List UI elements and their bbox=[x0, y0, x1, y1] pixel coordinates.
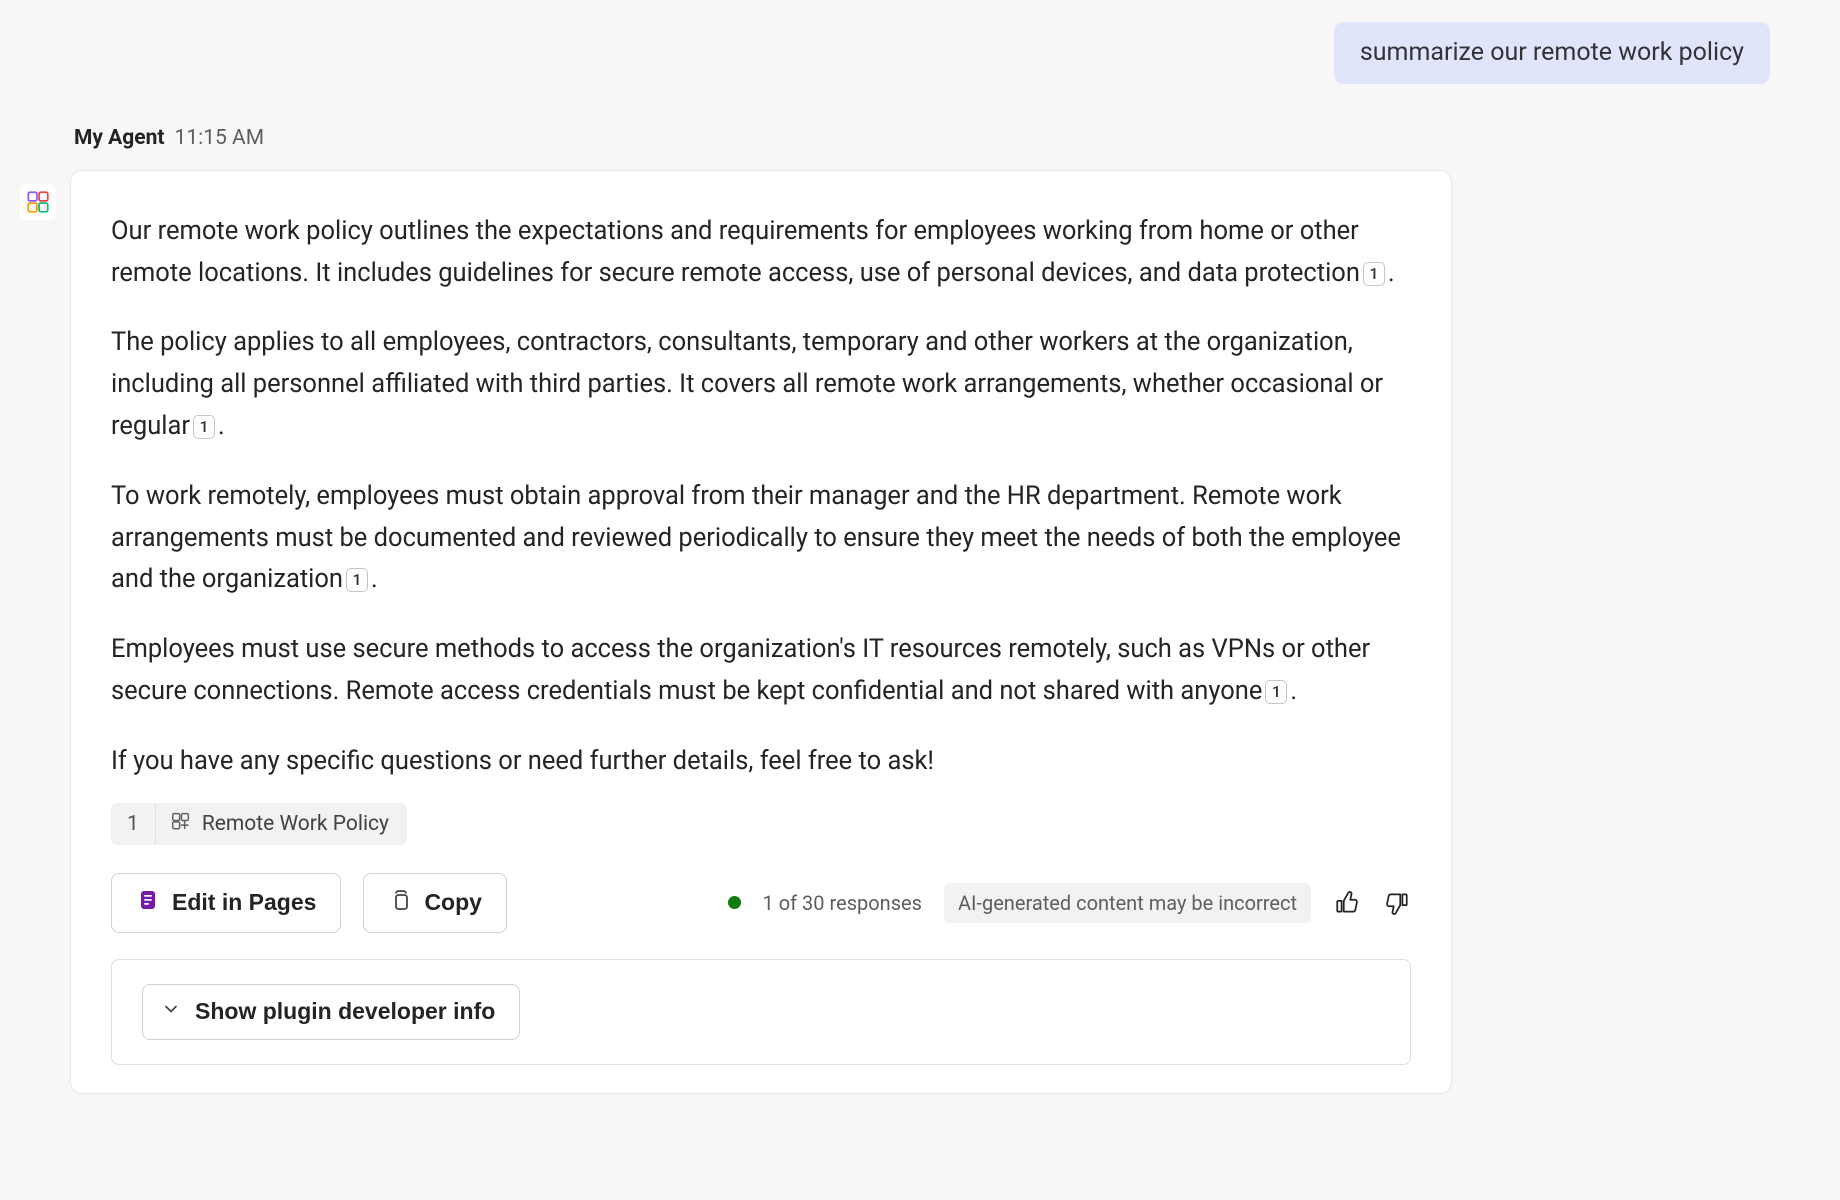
ai-disclaimer-pill[interactable]: AI-generated content may be incorrect bbox=[944, 883, 1311, 923]
copy-label: Copy bbox=[424, 889, 482, 916]
copy-icon bbox=[388, 888, 412, 918]
paragraph-text: The policy applies to all employees, con… bbox=[111, 327, 1383, 441]
reference-index: 1 bbox=[111, 803, 156, 845]
copilot-icon bbox=[170, 810, 192, 838]
user-message-bubble: summarize our remote work policy bbox=[1334, 22, 1770, 84]
response-paragraph: To work remotely, employees must obtain … bbox=[111, 476, 1411, 601]
thumbs-down-button[interactable] bbox=[1383, 889, 1411, 917]
reference-title: Remote Work Policy bbox=[202, 812, 389, 836]
response-paragraph: Employees must use secure methods to acc… bbox=[111, 629, 1411, 713]
paragraph-text: Employees must use secure methods to acc… bbox=[111, 634, 1370, 706]
pages-icon bbox=[136, 888, 160, 918]
developer-info-label: Show plugin developer info bbox=[195, 998, 495, 1025]
response-paragraph: The policy applies to all employees, con… bbox=[111, 322, 1411, 447]
response-paragraph: If you have any specific questions or ne… bbox=[111, 741, 1411, 783]
paragraph-text: Our remote work policy outlines the expe… bbox=[111, 216, 1360, 288]
show-developer-info-toggle[interactable]: Show plugin developer info bbox=[142, 984, 520, 1040]
agent-header: My Agent 11:15 AM bbox=[74, 126, 1780, 150]
status-dot-icon bbox=[728, 896, 741, 909]
copy-button[interactable]: Copy bbox=[363, 873, 507, 933]
responses-count: 1 of 30 responses bbox=[763, 891, 922, 915]
agent-timestamp: 11:15 AM bbox=[175, 126, 265, 150]
agent-response-card: Our remote work policy outlines the expe… bbox=[70, 170, 1452, 1094]
paragraph-text: To work remotely, employees must obtain … bbox=[111, 481, 1401, 595]
chevron-down-icon bbox=[161, 998, 181, 1025]
citation-badge[interactable]: 1 bbox=[346, 568, 368, 592]
edit-in-pages-button[interactable]: Edit in Pages bbox=[111, 873, 341, 933]
paragraph-text: If you have any specific questions or ne… bbox=[111, 746, 934, 776]
agent-avatar-icon bbox=[20, 184, 56, 220]
reference-chip[interactable]: 1 Remote Work Policy bbox=[111, 803, 407, 845]
thumbs-up-button[interactable] bbox=[1333, 889, 1361, 917]
citation-badge[interactable]: 1 bbox=[193, 415, 215, 439]
response-paragraph: Our remote work policy outlines the expe… bbox=[111, 211, 1411, 295]
edit-in-pages-label: Edit in Pages bbox=[172, 889, 316, 916]
agent-name: My Agent bbox=[74, 126, 165, 150]
developer-info-panel: Show plugin developer info bbox=[111, 959, 1411, 1065]
citation-badge[interactable]: 1 bbox=[1265, 680, 1287, 704]
citation-badge[interactable]: 1 bbox=[1363, 262, 1385, 286]
